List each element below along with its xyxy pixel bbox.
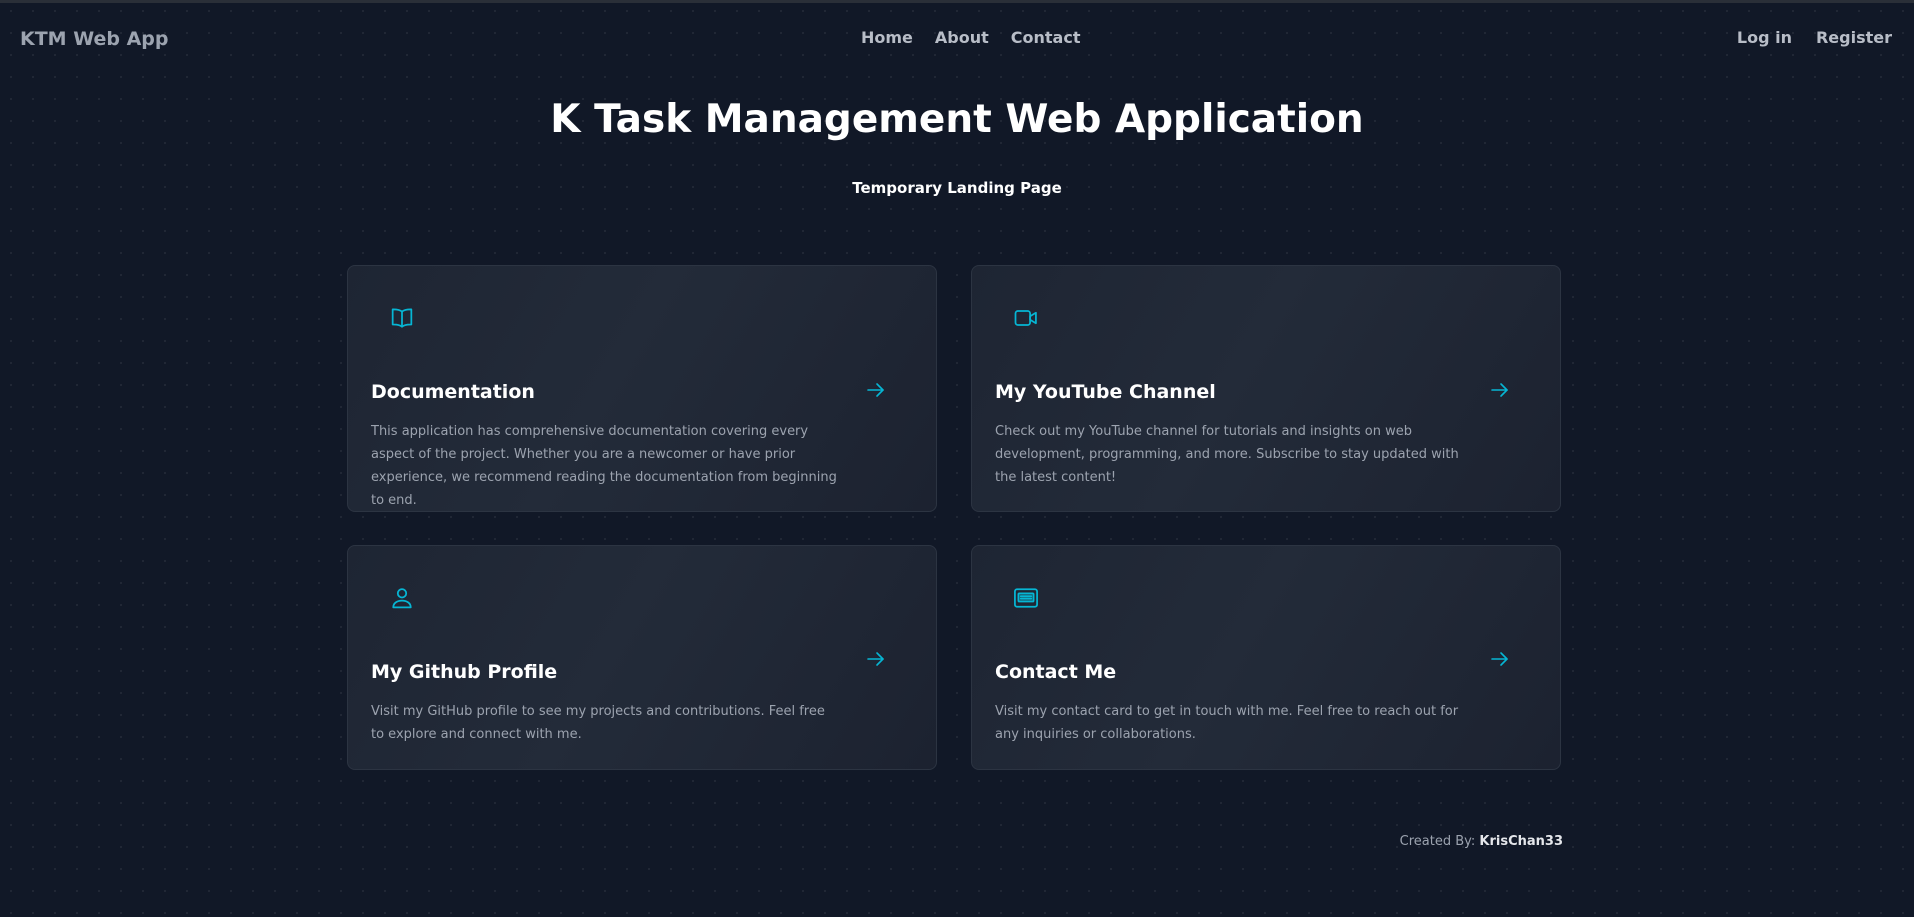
nav-about-link[interactable]: About	[935, 28, 989, 47]
card-title: Contact Me	[995, 661, 1117, 683]
github-card[interactable]: My Github Profile Visit my GitHub profil…	[347, 545, 937, 770]
arrow-right-icon[interactable]	[864, 378, 888, 402]
page-subtitle: Temporary Landing Page	[852, 179, 1062, 197]
main-nav: Home About Contact	[861, 28, 1080, 47]
brand-logo-text[interactable]: KTM Web App	[20, 28, 169, 50]
arrow-right-icon[interactable]	[1488, 378, 1512, 402]
card-description: Visit my GitHub profile to see my projec…	[371, 704, 825, 742]
book-icon	[388, 304, 416, 332]
card-title: My YouTube Channel	[995, 381, 1216, 403]
window-top-border	[0, 0, 1914, 3]
card-title: My Github Profile	[371, 661, 558, 683]
register-link[interactable]: Register	[1816, 28, 1892, 47]
contact-card[interactable]: Contact Me Visit my contact card to get …	[971, 545, 1561, 770]
card-description: This application has comprehensive docum…	[371, 424, 837, 508]
contact-card-icon	[1012, 584, 1040, 612]
video-camera-icon	[1012, 304, 1040, 332]
footer-author-link[interactable]: KrisChan33	[1479, 834, 1563, 849]
arrow-right-icon[interactable]	[864, 647, 888, 671]
documentation-card[interactable]: Documentation This application has compr…	[347, 265, 937, 512]
auth-nav: Log in Register	[1737, 28, 1892, 47]
footer-credit: Created By: KrisChan33	[1400, 834, 1563, 849]
login-link[interactable]: Log in	[1737, 28, 1792, 47]
card-title: Documentation	[371, 381, 535, 403]
arrow-right-icon[interactable]	[1488, 647, 1512, 671]
user-icon	[388, 584, 416, 612]
card-description: Check out my YouTube channel for tutoria…	[995, 424, 1459, 485]
footer-prefix: Created By:	[1399, 834, 1476, 849]
card-description: Visit my contact card to get in touch wi…	[995, 704, 1459, 742]
nav-home-link[interactable]: Home	[861, 28, 913, 47]
youtube-card[interactable]: My YouTube Channel Check out my YouTube …	[971, 265, 1561, 512]
nav-contact-link[interactable]: Contact	[1011, 28, 1081, 47]
page-title: K Task Management Web Application	[550, 97, 1364, 142]
